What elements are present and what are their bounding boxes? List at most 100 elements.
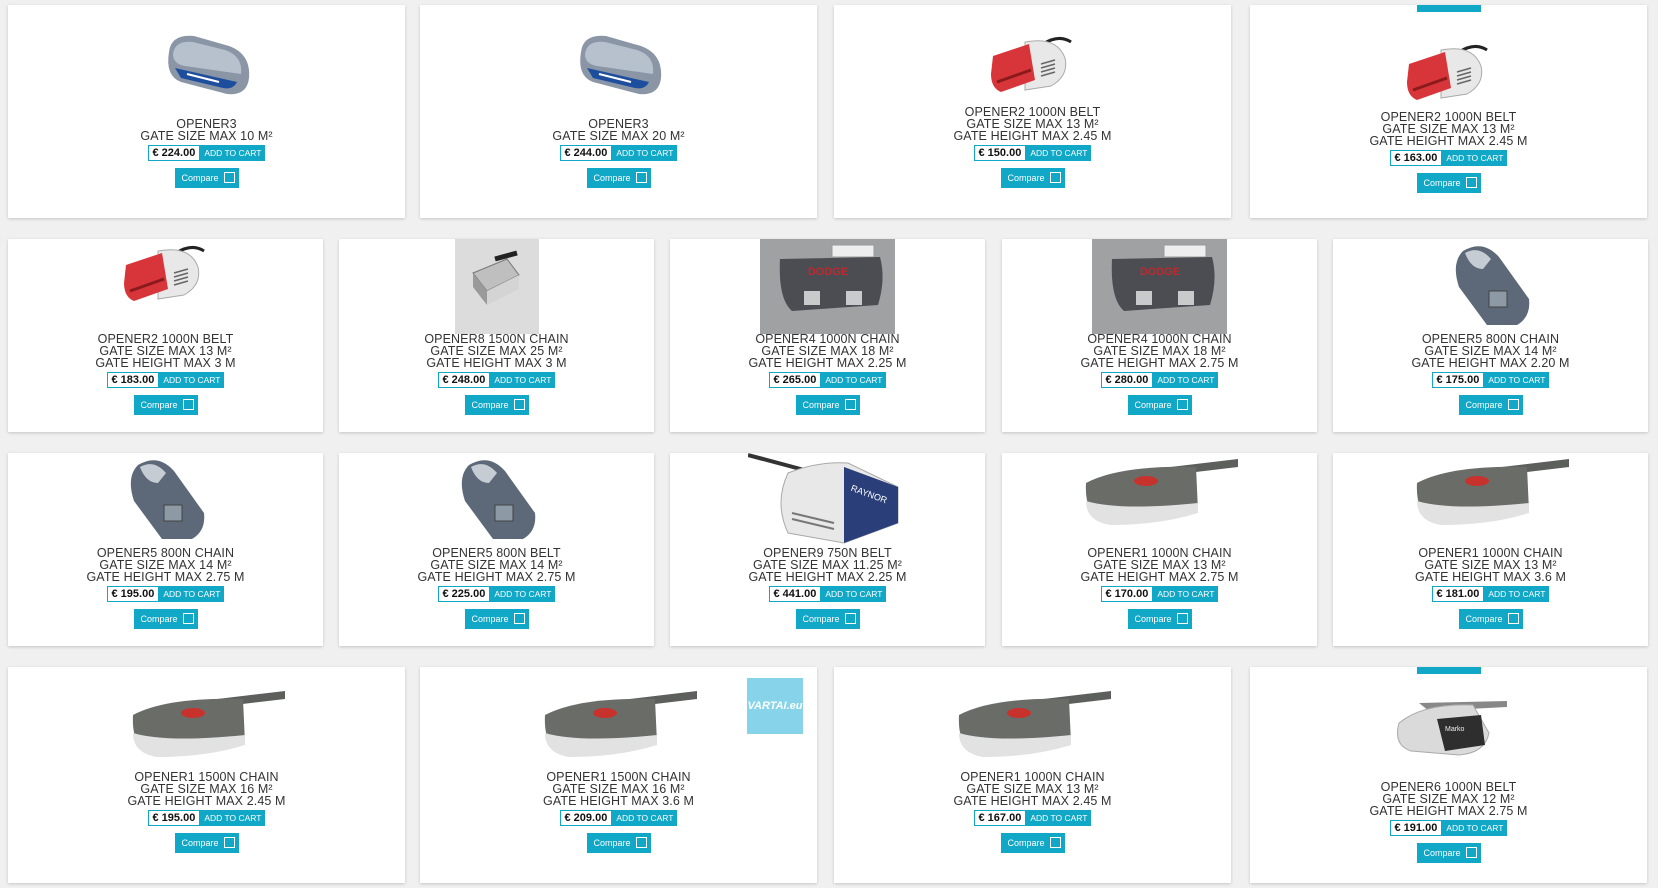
compare-button[interactable]: Compare — [586, 833, 651, 853]
compare-button[interactable]: Compare — [464, 395, 529, 415]
add-to-cart-button[interactable]: ADD TO CART — [159, 372, 225, 388]
add-to-cart-button[interactable]: ADD TO CART — [612, 810, 678, 826]
product-card[interactable]: OPENER1 1000N CHAIN GATE SIZE MAX 13 M² GA… — [1002, 453, 1317, 646]
compare-checkbox-icon[interactable] — [1176, 399, 1188, 410]
compare-button[interactable]: Compare — [795, 609, 860, 629]
product-card[interactable]: OPENER1 1000N CHAIN GATE SIZE MAX 13 M² GA… — [1333, 453, 1648, 646]
product-image[interactable] — [571, 30, 666, 107]
compare-checkbox-icon[interactable] — [182, 613, 194, 624]
product-title[interactable]: OPENER6 1000N BELT GATE SIZE MAX 12 M² GAT… — [1250, 781, 1647, 818]
product-card[interactable]: OPENER2 1000N BELT GATE SIZE MAX 13 M² GAT… — [834, 5, 1231, 218]
product-card[interactable]: OPENER5 800N BELT GATE SIZE MAX 14 M² GATE… — [339, 453, 654, 646]
product-card[interactable]: OPENER1 1000N CHAIN GATE SIZE MAX 13 M² GA… — [834, 667, 1231, 883]
product-image[interactable] — [953, 685, 1113, 762]
product-image[interactable] — [1080, 453, 1240, 530]
add-to-cart-button[interactable]: ADD TO CART — [1484, 586, 1550, 602]
product-image[interactable] — [539, 685, 699, 762]
compare-button[interactable]: Compare — [586, 168, 651, 188]
add-to-cart-button[interactable]: ADD TO CART — [490, 372, 556, 388]
compare-checkbox-icon[interactable] — [635, 837, 647, 848]
product-title[interactable]: OPENER5 800N CHAIN GATE SIZE MAX 14 M² GAT… — [1333, 333, 1648, 370]
product-image[interactable] — [1411, 453, 1571, 530]
product-title[interactable]: OPENER9 750N BELT GATE SIZE MAX 11.25 M² G… — [670, 547, 985, 584]
compare-button[interactable]: Compare — [133, 395, 198, 415]
compare-button[interactable]: Compare — [464, 609, 529, 629]
compare-button[interactable]: Compare — [1000, 168, 1065, 188]
product-title[interactable]: OPENER1 1500N CHAIN GATE SIZE MAX 16 M² GA… — [8, 771, 405, 808]
product-image[interactable]: DODGE — [760, 239, 895, 339]
product-image[interactable] — [454, 239, 539, 339]
product-title[interactable]: OPENER3 GATE SIZE MAX 10 M² — [8, 118, 405, 143]
product-title[interactable]: OPENER1 1000N CHAIN GATE SIZE MAX 13 M² GA… — [1002, 547, 1317, 584]
product-title[interactable]: OPENER1 1500N CHAIN GATE SIZE MAX 16 M² GA… — [420, 771, 817, 808]
product-image[interactable]: DODGE — [1092, 239, 1227, 339]
product-title[interactable]: OPENER3 GATE SIZE MAX 20 M² — [420, 118, 817, 143]
product-image[interactable] — [1401, 38, 1496, 115]
add-to-cart-button[interactable]: ADD TO CART — [159, 586, 225, 602]
compare-button[interactable]: Compare — [174, 168, 239, 188]
compare-checkbox-icon[interactable] — [1049, 172, 1061, 183]
compare-button[interactable]: Compare — [1458, 395, 1523, 415]
add-to-cart-button[interactable]: ADD TO CART — [1442, 150, 1508, 166]
product-card[interactable]: OPENER3 GATE SIZE MAX 10 M² € 224.00 ADD TO… — [8, 5, 405, 218]
compare-button[interactable]: Compare — [1416, 843, 1481, 863]
add-to-cart-button[interactable]: ADD TO CART — [1484, 372, 1550, 388]
compare-checkbox-icon[interactable] — [223, 172, 235, 183]
compare-checkbox-icon[interactable] — [182, 399, 194, 410]
product-card[interactable]: DODGE OPENER4 1000N CHAIN GATE SIZE MAX 1… — [670, 239, 985, 432]
compare-button[interactable]: Compare — [795, 395, 860, 415]
compare-button[interactable]: Compare — [1458, 609, 1523, 629]
compare-checkbox-icon[interactable] — [1049, 837, 1061, 848]
product-card[interactable]: RAYNOR OPENER9 750N BELT GATE SIZE MAX 11… — [670, 453, 985, 646]
product-card[interactable]: OPENER5 800N CHAIN GATE SIZE MAX 14 M² GAT… — [1333, 239, 1648, 432]
product-image[interactable] — [127, 685, 287, 762]
add-to-cart-button[interactable]: ADD TO CART — [612, 145, 678, 161]
compare-checkbox-icon[interactable] — [513, 399, 525, 410]
product-card[interactable]: OPENER2 1000N BELT GATE SIZE MAX 13 M² GAT… — [8, 239, 323, 432]
add-to-cart-button[interactable]: ADD TO CART — [821, 586, 887, 602]
product-card[interactable]: Marko OPENER6 1000N BELT GATE SIZE MAX 12… — [1250, 667, 1647, 883]
compare-button[interactable]: Compare — [133, 609, 198, 629]
product-title[interactable]: OPENER2 1000N BELT GATE SIZE MAX 13 M² GAT… — [834, 106, 1231, 143]
add-to-cart-button[interactable]: ADD TO CART — [1153, 372, 1219, 388]
compare-checkbox-icon[interactable] — [1176, 613, 1188, 624]
product-title[interactable]: OPENER4 1000N CHAIN GATE SIZE MAX 18 M² GA… — [1002, 333, 1317, 370]
product-card[interactable]: OPENER3 GATE SIZE MAX 20 M² € 244.00 ADD TO… — [420, 5, 817, 218]
compare-button[interactable]: Compare — [1127, 609, 1192, 629]
compare-checkbox-icon[interactable] — [513, 613, 525, 624]
add-to-cart-button[interactable]: ADD TO CART — [1442, 820, 1508, 836]
product-card[interactable]: OPENER2 1000N BELT GATE SIZE MAX 13 M² GAT… — [1250, 5, 1647, 218]
product-image[interactable] — [449, 453, 544, 553]
product-title[interactable]: OPENER8 1500N CHAIN GATE SIZE MAX 25 M² GA… — [339, 333, 654, 370]
add-to-cart-button[interactable]: ADD TO CART — [1026, 810, 1092, 826]
product-image[interactable] — [1443, 239, 1538, 339]
product-image[interactable]: RAYNOR — [746, 453, 908, 553]
add-to-cart-button[interactable]: ADD TO CART — [821, 372, 887, 388]
add-to-cart-button[interactable]: ADD TO CART — [1026, 145, 1092, 161]
compare-checkbox-icon[interactable] — [1465, 177, 1477, 188]
product-image[interactable]: Marko — [1389, 693, 1509, 770]
product-card[interactable]: OPENER1 1500N CHAIN GATE SIZE MAX 16 M² GA… — [8, 667, 405, 883]
compare-checkbox-icon[interactable] — [1465, 847, 1477, 858]
product-title[interactable]: OPENER1 1000N CHAIN GATE SIZE MAX 13 M² GA… — [1333, 547, 1648, 584]
compare-checkbox-icon[interactable] — [1507, 613, 1519, 624]
product-title[interactable]: OPENER5 800N CHAIN GATE SIZE MAX 14 M² GAT… — [8, 547, 323, 584]
add-to-cart-button[interactable]: ADD TO CART — [200, 810, 266, 826]
add-to-cart-button[interactable]: ADD TO CART — [200, 145, 266, 161]
product-title[interactable]: OPENER1 1000N CHAIN GATE SIZE MAX 13 M² GA… — [834, 771, 1231, 808]
product-image[interactable] — [159, 30, 254, 107]
product-card[interactable]: DODGE OPENER4 1000N CHAIN GATE SIZE MAX 1… — [1002, 239, 1317, 432]
compare-button[interactable]: Compare — [1000, 833, 1065, 853]
product-image[interactable] — [118, 239, 213, 316]
compare-checkbox-icon[interactable] — [635, 172, 647, 183]
compare-checkbox-icon[interactable] — [844, 613, 856, 624]
product-image[interactable] — [985, 30, 1080, 107]
product-title[interactable]: OPENER4 1000N CHAIN GATE SIZE MAX 18 M² GA… — [670, 333, 985, 370]
compare-checkbox-icon[interactable] — [223, 837, 235, 848]
product-card[interactable]: OPENER5 800N CHAIN GATE SIZE MAX 14 M² GAT… — [8, 453, 323, 646]
compare-button[interactable]: Compare — [174, 833, 239, 853]
product-title[interactable]: OPENER2 1000N BELT GATE SIZE MAX 13 M² GAT… — [8, 333, 323, 370]
add-to-cart-button[interactable]: ADD TO CART — [1153, 586, 1219, 602]
compare-checkbox-icon[interactable] — [844, 399, 856, 410]
product-title[interactable]: OPENER2 1000N BELT GATE SIZE MAX 13 M² GAT… — [1250, 111, 1647, 148]
